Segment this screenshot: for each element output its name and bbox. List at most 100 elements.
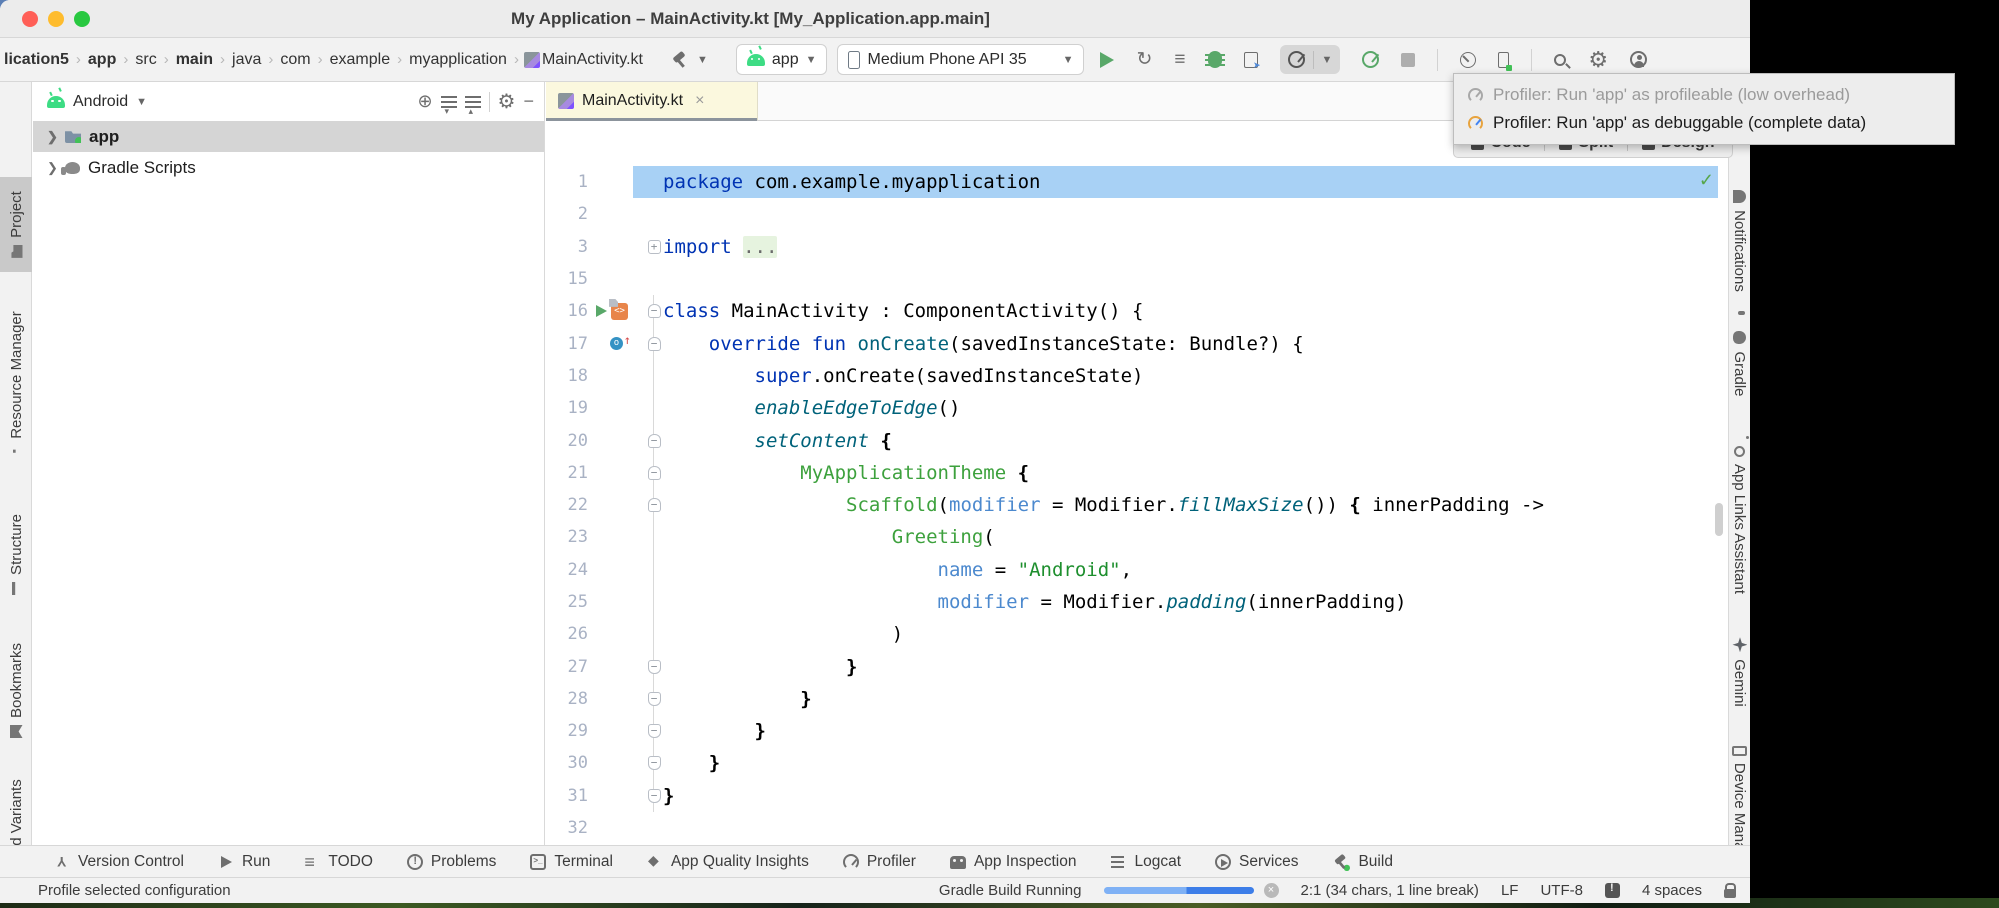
- code-line[interactable]: 32: [546, 812, 1728, 844]
- profiler-menu-item[interactable]: Profiler: Run 'app' as debuggable (compl…: [1454, 110, 1954, 136]
- run-button[interactable]: [1100, 52, 1114, 68]
- breadcrumb-item[interactable]: lication5: [2, 51, 71, 69]
- fold-marker[interactable]: −: [648, 692, 661, 706]
- code-line[interactable]: 26 ): [546, 618, 1728, 650]
- sidebar-item-gemini[interactable]: Gemini: [1729, 622, 1750, 722]
- fold-marker[interactable]: −: [648, 724, 661, 738]
- fold-marker[interactable]: −: [648, 756, 661, 770]
- fold-marker[interactable]: −: [648, 498, 661, 512]
- tool-window-button-todo[interactable]: TODO: [304, 853, 373, 871]
- account-avatar[interactable]: [1630, 51, 1647, 68]
- tool-window-button-problems[interactable]: Problems: [407, 853, 496, 871]
- file-encoding[interactable]: UTF-8: [1540, 882, 1583, 899]
- sidebar-item-notifications[interactable]: Notifications: [1729, 182, 1750, 300]
- sidebar-item-resource-manager[interactable]: Resource Manager: [0, 304, 32, 460]
- tool-window-button-terminal[interactable]: Terminal: [530, 853, 613, 871]
- sidebar-item-project[interactable]: Project: [0, 177, 32, 272]
- restart-activity-icon[interactable]: ↻: [1136, 50, 1152, 69]
- chevron-down-icon[interactable]: ▼: [136, 96, 147, 108]
- breadcrumb-item[interactable]: myapplication: [407, 51, 509, 69]
- fold-marker[interactable]: −: [648, 304, 661, 318]
- search-everywhere-icon[interactable]: [1554, 54, 1566, 66]
- tool-window-button-logcat[interactable]: Logcat: [1110, 853, 1181, 871]
- breadcrumb-item[interactable]: java: [230, 51, 263, 69]
- fold-marker[interactable]: +: [648, 240, 661, 254]
- tool-window-button-services[interactable]: Services: [1215, 853, 1298, 871]
- breadcrumb-item[interactable]: MainActivity.kt: [540, 51, 645, 69]
- code-line[interactable]: 20− setContent {: [546, 424, 1728, 456]
- code-line[interactable]: 19 enableEdgeToEdge(): [546, 392, 1728, 424]
- code-line[interactable]: 21− MyApplicationTheme {: [546, 457, 1728, 489]
- code-line[interactable]: 22− Scaffold(modifier = Modifier.fillMax…: [546, 489, 1728, 521]
- code-line[interactable]: 1package com.example.myapplication: [546, 166, 1728, 198]
- fold-marker[interactable]: −: [648, 660, 661, 674]
- tree-row[interactable]: ❯Gradle Scripts: [33, 152, 544, 183]
- inspections-ok-icon[interactable]: ✓: [1699, 170, 1714, 191]
- code-line[interactable]: 3+import ...: [546, 231, 1728, 263]
- sidebar-item-bookmarks[interactable]: Bookmarks: [0, 634, 32, 747]
- editor-scrollbar-thumb[interactable]: [1715, 503, 1723, 536]
- build-chevron-down-icon[interactable]: ▼: [697, 54, 708, 66]
- code-line[interactable]: 25 modifier = Modifier.padding(innerPadd…: [546, 586, 1728, 618]
- close-tab-icon[interactable]: ×: [695, 92, 704, 110]
- run-line-icon[interactable]: [596, 305, 607, 317]
- tool-window-button-app-quality-insights[interactable]: App Quality Insights: [647, 853, 809, 871]
- code-line[interactable]: 18 super.onCreate(savedInstanceState): [546, 360, 1728, 392]
- lock-icon[interactable]: [1724, 889, 1736, 898]
- tool-window-button-version-control[interactable]: Version Control: [54, 853, 184, 871]
- code-line[interactable]: 31−}: [546, 780, 1728, 812]
- indent-setting[interactable]: 4 spaces: [1642, 882, 1702, 899]
- fold-marker[interactable]: −: [648, 434, 661, 448]
- kotlin-class-icon[interactable]: <>: [611, 303, 628, 320]
- collapse-all-icon[interactable]: [465, 96, 481, 108]
- run-configuration-select[interactable]: app ▼: [736, 44, 828, 75]
- code-line[interactable]: 16<>−class MainActivity : ComponentActiv…: [546, 295, 1728, 327]
- expand-all-icon[interactable]: [441, 96, 457, 108]
- breadcrumb-item[interactable]: src: [133, 51, 158, 69]
- sidebar-item-app-links-assistant[interactable]: App Links Assistant: [1729, 434, 1750, 606]
- overrides-method-icon[interactable]: o: [610, 337, 623, 350]
- more-run-options-icon[interactable]: ≡: [1174, 50, 1185, 69]
- hide-panel-icon[interactable]: −: [523, 91, 534, 112]
- profiler-button-pressed[interactable]: ▼: [1280, 45, 1341, 74]
- tool-window-button-app-inspection[interactable]: App Inspection: [950, 853, 1077, 871]
- breadcrumb-item[interactable]: main: [174, 51, 215, 69]
- sidebar-item-gradle[interactable]: Gradle: [1729, 314, 1750, 414]
- code-editor[interactable]: 1package com.example.myapplication23+imp…: [546, 121, 1728, 845]
- debug-button[interactable]: [1208, 51, 1222, 68]
- fold-marker[interactable]: −: [648, 789, 661, 803]
- code-line[interactable]: 24 name = "Android",: [546, 554, 1728, 586]
- code-line[interactable]: 29− }: [546, 715, 1728, 747]
- code-line[interactable]: 17o− override fun onCreate(savedInstance…: [546, 327, 1728, 359]
- settings-gear-icon[interactable]: ⚙: [1588, 49, 1608, 71]
- notification-icon[interactable]: [1605, 883, 1620, 898]
- fold-marker[interactable]: −: [648, 337, 661, 351]
- sidebar-item-structure[interactable]: Structure: [0, 497, 32, 612]
- tab-mainactivity[interactable]: MainActivity.kt ×: [546, 82, 758, 120]
- profiler-chevron-down-icon[interactable]: ▼: [1322, 54, 1333, 66]
- build-icon[interactable]: [671, 51, 689, 69]
- panel-options-gear-icon[interactable]: ⚙: [498, 89, 516, 114]
- code-line[interactable]: 30− }: [546, 747, 1728, 779]
- fold-marker[interactable]: −: [648, 466, 661, 480]
- breadcrumb-item[interactable]: app: [86, 51, 118, 69]
- running-devices-icon[interactable]: [1498, 52, 1509, 68]
- tool-window-button-profiler[interactable]: Profiler: [843, 853, 916, 871]
- tool-window-button-run[interactable]: Run: [218, 853, 270, 871]
- line-ending[interactable]: LF: [1501, 882, 1519, 899]
- locate-file-icon[interactable]: ⊕: [417, 91, 432, 112]
- code-line[interactable]: 27− }: [546, 650, 1728, 682]
- cancel-build-icon[interactable]: ×: [1264, 883, 1279, 898]
- profiler-menu-item[interactable]: Profiler: Run 'app' as profileable (low …: [1454, 82, 1954, 108]
- device-select[interactable]: Medium Phone API 35 ▼: [837, 44, 1084, 75]
- project-view-selector[interactable]: Android: [73, 93, 128, 111]
- tree-row[interactable]: ❯app: [33, 121, 544, 152]
- code-line[interactable]: 15: [546, 263, 1728, 295]
- chevron-right-icon[interactable]: ❯: [47, 160, 57, 176]
- code-line[interactable]: 28− }: [546, 683, 1728, 715]
- profile-debuggable-icon[interactable]: [1362, 51, 1379, 68]
- caret-position[interactable]: 2:1 (34 chars, 1 line break): [1301, 882, 1479, 899]
- code-line[interactable]: 23 Greeting(: [546, 521, 1728, 553]
- breadcrumb-item[interactable]: com: [278, 51, 312, 69]
- code-line[interactable]: 2: [546, 198, 1728, 230]
